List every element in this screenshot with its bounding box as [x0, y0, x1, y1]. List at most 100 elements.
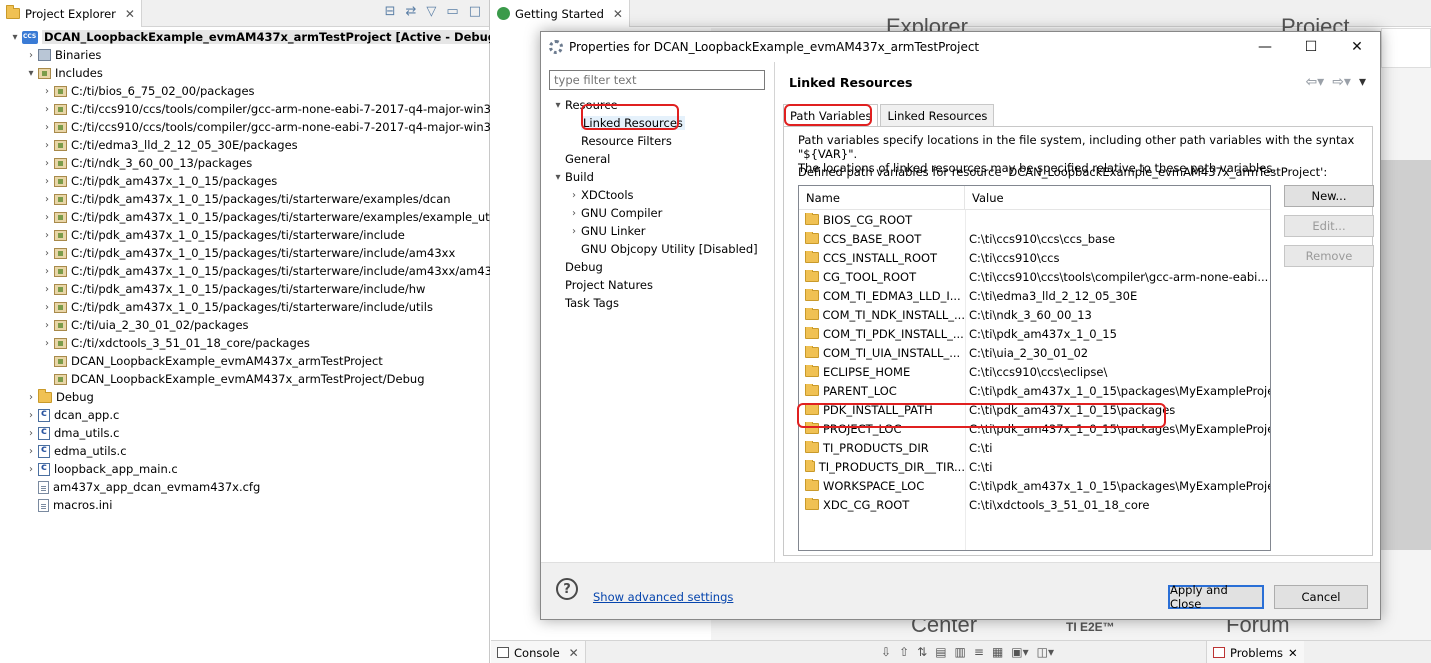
chevron-right-icon[interactable]: ›	[40, 194, 54, 205]
tree-item[interactable]: › C:/ti/pdk_am437x_1_0_15/packages/ti/sta…	[0, 280, 490, 298]
word-wrap-icon[interactable]: ≡	[974, 645, 984, 659]
maximize-button[interactable]: ☐	[1288, 32, 1334, 62]
minimize-icon[interactable]: ▭	[446, 4, 458, 19]
tree-item[interactable]: › edma_utils.c	[0, 442, 490, 460]
chevron-down-icon[interactable]: ▾	[551, 172, 565, 183]
chevron-right-icon[interactable]: ›	[40, 158, 54, 169]
chevron-right-icon[interactable]: ›	[40, 230, 54, 241]
show-advanced-settings-link[interactable]: Show advanced settings	[593, 590, 733, 604]
table-row[interactable]: XDC_CG_ROOT C:\ti\xdctools_3_51_01_18_cor…	[799, 495, 1270, 514]
close-button[interactable]: ✕	[1334, 32, 1380, 62]
tree-item[interactable]: › C:/ti/ccs910/ccs/tools/compiler/gcc-arm…	[0, 118, 490, 136]
table-row[interactable]: COM_TI_NDK_INSTALL_... C:\ti\ndk_3_60_00_…	[799, 305, 1270, 324]
table-row[interactable]: TI_PRODUCTS_DIR__TIR... C:\ti	[799, 457, 1270, 476]
tree-item[interactable]: › Binaries	[0, 46, 490, 64]
tree-item[interactable]: am437x_app_dcan_evmam437x.cfg	[0, 478, 490, 496]
tree-item[interactable]: › dcan_app.c	[0, 406, 490, 424]
scroll-up-icon[interactable]: ⇧	[899, 645, 909, 659]
chevron-right-icon[interactable]: ›	[40, 320, 54, 331]
chevron-right-icon[interactable]: ›	[40, 284, 54, 295]
tree-item[interactable]: ▾ Includes	[0, 64, 490, 82]
chevron-right-icon[interactable]: ›	[24, 446, 38, 457]
copy-icon[interactable]: ▥	[955, 645, 966, 659]
close-icon[interactable]: ✕	[613, 7, 623, 21]
open-console-icon[interactable]: ◫▾	[1037, 645, 1054, 659]
tree-item[interactable]: › C:/ti/pdk_am437x_1_0_15/packages/ti/sta…	[0, 226, 490, 244]
minimize-button[interactable]: —	[1242, 32, 1288, 62]
tree-item[interactable]: › C:/ti/edma3_lld_2_12_05_30E/packages	[0, 136, 490, 154]
path-variables-table[interactable]: Name Value BIOS_CG_ROOT CCS_BASE_ROOT C:\t…	[798, 185, 1271, 551]
chevron-right-icon[interactable]: ›	[567, 190, 581, 201]
table-row[interactable]: PDK_INSTALL_PATH C:\ti\pdk_am437x_1_0_15\…	[799, 400, 1270, 419]
chevron-right-icon[interactable]: ›	[40, 266, 54, 277]
tree-item[interactable]: › C:/ti/uia_2_30_01_02/packages	[0, 316, 490, 334]
tree-item[interactable]: › C:/ti/pdk_am437x_1_0_15/packages/ti/sta…	[0, 262, 490, 280]
filter-input[interactable]	[549, 70, 765, 90]
tree-item[interactable]: DCAN_LoopbackExample_evmAM437x_armTestPr…	[0, 370, 490, 388]
table-row[interactable]: CCS_INSTALL_ROOT C:\ti\ccs910\ccs	[799, 248, 1270, 267]
chevron-right-icon[interactable]: ›	[40, 122, 54, 133]
chevron-right-icon[interactable]: ›	[24, 410, 38, 421]
table-row[interactable]: COM_TI_UIA_INSTALL_... C:\ti\uia_2_30_01_…	[799, 343, 1270, 362]
scroll-down-icon[interactable]: ⇩	[881, 645, 891, 659]
tree-item[interactable]: › C:/ti/pdk_am437x_1_0_15/packages/ti/sta…	[0, 244, 490, 262]
nav-item[interactable]: › XDCtools	[551, 186, 771, 204]
tree-item[interactable]: › C:/ti/bios_6_75_02_00/packages	[0, 82, 490, 100]
tree-item[interactable]: macros.ini	[0, 496, 490, 514]
tree-item[interactable]: › C:/ti/ccs910/ccs/tools/compiler/gcc-arm…	[0, 100, 490, 118]
chevron-right-icon[interactable]: ›	[40, 302, 54, 313]
help-icon[interactable]: ?	[556, 578, 578, 600]
pin-console-icon[interactable]: ▦	[992, 645, 1003, 659]
tab-linked-resources[interactable]: Linked Resources	[880, 104, 995, 126]
chevron-right-icon[interactable]: ›	[40, 104, 54, 115]
nav-item[interactable]: Resource Filters	[551, 132, 771, 150]
remove-button[interactable]: Remove	[1284, 245, 1374, 267]
collapse-all-icon[interactable]: ⊟	[385, 4, 396, 19]
table-row[interactable]: ECLIPSE_HOME C:\ti\ccs910\ccs\eclipse\	[799, 362, 1270, 381]
tree-item[interactable]: DCAN_LoopbackExample_evmAM437x_armTestPr…	[0, 352, 490, 370]
column-header-name[interactable]: Name	[799, 186, 965, 209]
edit-button[interactable]: Edit...	[1284, 215, 1374, 237]
tab-project-explorer[interactable]: Project Explorer ✕	[0, 0, 142, 27]
clear-console-icon[interactable]: ▤	[935, 645, 946, 659]
chevron-right-icon[interactable]: ›	[40, 140, 54, 151]
table-row[interactable]: PARENT_LOC C:\ti\pdk_am437x_1_0_15\packag…	[799, 381, 1270, 400]
tree-item[interactable]: › C:/ti/pdk_am437x_1_0_15/packages/ti/sta…	[0, 190, 490, 208]
chevron-right-icon[interactable]: ›	[40, 338, 54, 349]
forward-icon[interactable]: ⇨▾	[1332, 74, 1351, 90]
chevron-right-icon[interactable]: ›	[567, 226, 581, 237]
chevron-right-icon[interactable]: ›	[24, 464, 38, 475]
tree-item[interactable]: › Debug	[0, 388, 490, 406]
nav-item[interactable]: Task Tags	[551, 294, 771, 312]
table-row[interactable]: PROJECT_LOC C:\ti\pdk_am437x_1_0_15\packa…	[799, 419, 1270, 438]
cancel-button[interactable]: Cancel	[1274, 585, 1368, 609]
tree-item[interactable]: › C:/ti/pdk_am437x_1_0_15/packages	[0, 172, 490, 190]
back-icon[interactable]: ⇦▾	[1305, 74, 1324, 90]
view-menu-icon[interactable]: ▽	[426, 4, 436, 19]
table-row[interactable]: CG_TOOL_ROOT C:\ti\ccs910\ccs\tools\compi…	[799, 267, 1270, 286]
table-row[interactable]: COM_TI_PDK_INSTALL_... C:\ti\pdk_am437x_1…	[799, 324, 1270, 343]
nav-item[interactable]: Linked Resources	[551, 114, 771, 132]
close-icon[interactable]: ✕	[1288, 646, 1298, 660]
nav-item[interactable]: › GNU Compiler	[551, 204, 771, 222]
table-row[interactable]: TI_PRODUCTS_DIR C:\ti	[799, 438, 1270, 457]
tree-item[interactable]: ▾ DCAN_LoopbackExample_evmAM437x_armTestP…	[0, 28, 490, 46]
table-row[interactable]: COM_TI_EDMA3_LLD_I... C:\ti\edma3_lld_2_1…	[799, 286, 1270, 305]
nav-item[interactable]: Project Natures	[551, 276, 771, 294]
close-icon[interactable]: ✕	[125, 7, 135, 21]
nav-item[interactable]: GNU Objcopy Utility [Disabled]	[551, 240, 771, 258]
nav-item[interactable]: ▾ Resource	[551, 96, 771, 114]
table-row[interactable]: CCS_BASE_ROOT C:\ti\ccs910\ccs\ccs_base	[799, 229, 1270, 248]
tab-path-variables[interactable]: Path Variables	[783, 104, 879, 127]
maximize-icon[interactable]: □	[469, 4, 481, 19]
new-button[interactable]: New...	[1284, 185, 1374, 207]
tree-item[interactable]: › C:/ti/ndk_3_60_00_13/packages	[0, 154, 490, 172]
tree-item[interactable]: › C:/ti/xdctools_3_51_01_18_core/packages	[0, 334, 490, 352]
tab-console[interactable]: Console ✕	[491, 641, 586, 663]
tab-getting-started[interactable]: Getting Started ✕	[491, 0, 630, 27]
chevron-right-icon[interactable]: ›	[24, 50, 38, 61]
tree-item[interactable]: › dma_utils.c	[0, 424, 490, 442]
chevron-right-icon[interactable]: ›	[24, 428, 38, 439]
nav-item[interactable]: General	[551, 150, 771, 168]
tree-item[interactable]: › loopback_app_main.c	[0, 460, 490, 478]
